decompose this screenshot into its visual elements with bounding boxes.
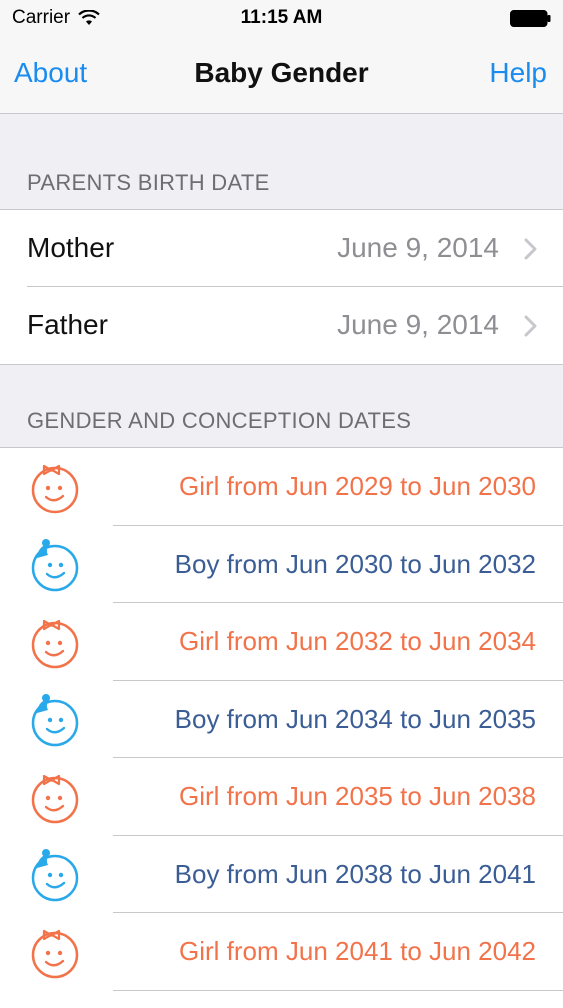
status-bar: Carrier 11:15 AM xyxy=(0,0,563,38)
gender-row-girl: Girl from Jun 2035 to Jun 2038 xyxy=(0,758,563,836)
section-header-parents: PARENTS BIRTH DATE xyxy=(27,170,270,195)
mother-label: Mother xyxy=(27,232,115,263)
gender-row-text: Boy from Jun 2034 to Jun 2035 xyxy=(174,703,536,734)
gender-row-girl: Girl from Jun 2032 to Jun 2034 xyxy=(0,603,563,681)
parents-group: Mother June 9, 2014 Father June 9, 2014 xyxy=(0,209,563,365)
mother-row[interactable]: Mother June 9, 2014 xyxy=(0,210,563,287)
battery-icon xyxy=(510,10,551,27)
boy-face-icon xyxy=(31,693,79,746)
section-header-gender: GENDER AND CONCEPTION DATES xyxy=(27,408,412,433)
gender-row-boy: Boy from Jun 2030 to Jun 2032 xyxy=(0,526,563,604)
boy-face-icon xyxy=(31,538,79,591)
girl-face-icon xyxy=(31,774,79,824)
gender-row-text: Girl from Jun 2035 to Jun 2038 xyxy=(179,781,536,811)
boy-face-icon xyxy=(31,848,79,901)
clock: 11:15 AM xyxy=(240,7,323,28)
father-label: Father xyxy=(27,309,108,340)
girl-face-icon xyxy=(31,929,79,979)
gender-row-boy: Boy from Jun 2038 to Jun 2041 xyxy=(0,836,563,914)
gender-row-text: Boy from Jun 2038 to Jun 2041 xyxy=(174,858,536,889)
help-button[interactable]: Help xyxy=(489,57,547,89)
gender-row-text: Girl from Jun 2029 to Jun 2030 xyxy=(179,471,536,501)
gender-row-girl: Girl from Jun 2041 to Jun 2042 xyxy=(0,913,563,991)
chevron-right-icon xyxy=(524,315,537,337)
gender-row-text: Boy from Jun 2030 to Jun 2032 xyxy=(174,548,536,579)
father-row[interactable]: Father June 9, 2014 xyxy=(0,287,563,364)
gender-row-girl: Girl from Jun 2029 to Jun 2030 xyxy=(0,448,563,526)
page-title: Baby Gender xyxy=(194,57,369,88)
father-date-value: June 9, 2014 xyxy=(337,309,499,340)
girl-face-icon xyxy=(31,619,79,669)
mother-date-value: June 9, 2014 xyxy=(337,232,499,263)
gender-row-text: Girl from Jun 2041 to Jun 2042 xyxy=(179,936,536,966)
girl-face-icon xyxy=(31,464,79,514)
gender-row-boy: Boy from Jun 2034 to Jun 2035 xyxy=(0,681,563,759)
navigation-bar: About Baby Gender Help xyxy=(0,38,563,114)
chevron-right-icon xyxy=(524,238,537,260)
gender-row-text: Girl from Jun 2032 to Jun 2034 xyxy=(179,626,536,656)
gender-dates-list: Girl from Jun 2029 to Jun 2030 Boy from … xyxy=(0,447,563,1008)
